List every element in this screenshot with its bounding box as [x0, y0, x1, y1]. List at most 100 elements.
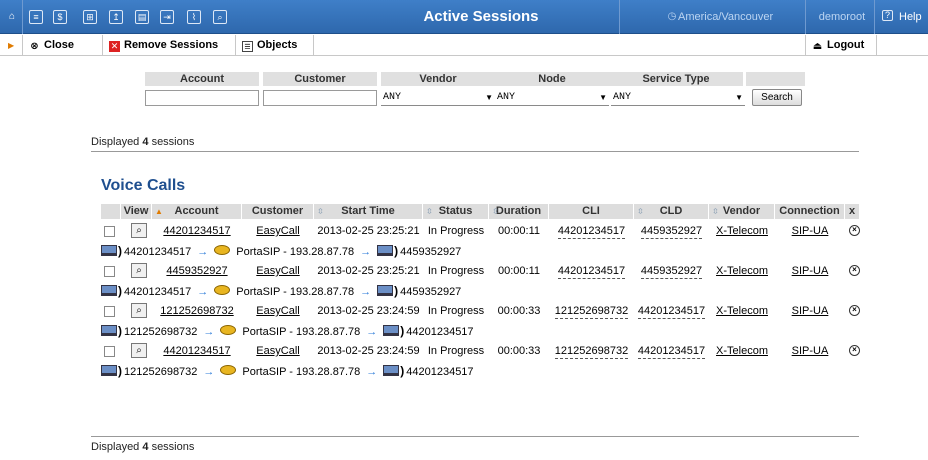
cell-account[interactable]: 4459352927: [166, 265, 227, 277]
service-type-select[interactable]: ANY ▼: [611, 90, 745, 106]
node-select[interactable]: ANY ▼: [495, 90, 609, 106]
cell-vendor[interactable]: X-Telecom: [716, 265, 768, 277]
cell-cli: 121252698732: [554, 305, 629, 319]
col-status[interactable]: ⇳ Status: [423, 204, 489, 219]
timezone-link[interactable]: America/Vancouver: [678, 0, 773, 34]
cell-status: In Progress: [427, 225, 485, 237]
objects-button[interactable]: ☰ Objects: [236, 35, 314, 56]
view-icon[interactable]: ⌕: [131, 263, 147, 278]
dollar-icon[interactable]: $: [53, 10, 67, 24]
col-cli-label: CLI: [582, 205, 600, 217]
help-icon[interactable]: ?: [882, 10, 893, 21]
col-duration[interactable]: ⇳ Duration: [489, 204, 549, 219]
home-icon[interactable]: ⌂: [5, 10, 19, 24]
filter-header-service: Service Type: [609, 72, 743, 86]
help-link[interactable]: Help: [899, 0, 922, 34]
home-cell[interactable]: ⌂: [0, 0, 23, 34]
objects-icon: ☰: [242, 41, 253, 52]
col-customer[interactable]: Customer: [242, 204, 314, 219]
arrow-right-icon: →: [197, 246, 209, 258]
cell-start-time: 2013-02-25 23:25:21: [317, 225, 420, 237]
col-checkbox: [101, 204, 121, 219]
cell-connection[interactable]: SIP-UA: [792, 225, 829, 237]
col-customer-label: Customer: [251, 205, 304, 217]
terminate-icon[interactable]: ×: [849, 225, 860, 236]
col-x: x: [845, 204, 860, 219]
cell-duration: 00:00:11: [497, 265, 540, 277]
router-icon: [220, 365, 237, 375]
summary-count: 4: [142, 441, 149, 453]
phone-icon: ): [118, 284, 122, 298]
col-start-time[interactable]: ⇳ Start Time: [314, 204, 423, 219]
row-checkbox[interactable]: [104, 346, 115, 357]
router-icon: [220, 325, 237, 335]
list-icon[interactable]: ≡: [29, 10, 43, 24]
col-cli[interactable]: CLI: [549, 204, 634, 219]
logout-button[interactable]: ⏏ Logout: [805, 35, 877, 56]
path-via: PortaSIP - 193.28.87.78: [236, 246, 355, 258]
chevron-down-icon: ▼: [485, 93, 493, 102]
cell-customer[interactable]: EasyCall: [256, 345, 299, 357]
terminate-icon[interactable]: ×: [849, 265, 860, 276]
view-icon[interactable]: ⌕: [131, 223, 147, 238]
customer-input[interactable]: [263, 90, 377, 106]
table-header: View ▲ Account Customer ⇳ Start Time ⇳ Stat…: [101, 204, 860, 219]
search-button[interactable]: Search: [752, 89, 802, 106]
cell-account[interactable]: 44201234517: [163, 345, 230, 357]
cell-vendor[interactable]: X-Telecom: [716, 305, 768, 317]
logout-label: Logout: [827, 39, 865, 51]
call-path: ) 121252698732 → PortaSIP - 193.28.87.78 →) 4…: [101, 361, 474, 381]
col-duration-label: Duration: [495, 205, 542, 217]
vendor-select-value: ANY: [383, 92, 402, 103]
col-connection[interactable]: Connection: [775, 204, 845, 219]
cell-account[interactable]: 44201234517: [163, 225, 230, 237]
remove-label: Remove Sessions: [124, 39, 219, 51]
cell-customer[interactable]: EasyCall: [256, 265, 299, 277]
cell-connection[interactable]: SIP-UA: [792, 265, 829, 277]
row-checkbox[interactable]: [104, 306, 115, 317]
close-button[interactable]: ⊗ Close: [23, 35, 103, 56]
cell-status: In Progress: [427, 305, 485, 317]
toolbar: ▶ ⊗ Close ✕ Remove Sessions ☰ Objects ⏏ Logo…: [0, 35, 928, 56]
remove-sessions-button[interactable]: ✕ Remove Sessions: [103, 35, 236, 56]
view-icon[interactable]: ⌕: [131, 343, 147, 358]
doc-icon[interactable]: ▤: [135, 10, 149, 24]
grid-icon[interactable]: ⊞: [83, 10, 97, 24]
col-account[interactable]: ▲ Account: [152, 204, 242, 219]
row-checkbox[interactable]: [104, 226, 115, 237]
cell-cld: 4459352927: [640, 265, 703, 279]
call-path: ) 44201234517 → PortaSIP - 193.28.87.78 →) 44…: [101, 241, 461, 261]
col-account-label: Account: [174, 205, 219, 217]
chart-icon[interactable]: ⌇: [187, 10, 201, 24]
view-icon[interactable]: ⌕: [131, 303, 147, 318]
col-cld[interactable]: ⇳ CLD: [634, 204, 709, 219]
menu-arrow-icon[interactable]: ▶: [0, 35, 23, 56]
export-icon[interactable]: ⇥: [160, 10, 174, 24]
cell-account[interactable]: 121252698732: [160, 305, 233, 317]
computer-icon: [101, 325, 117, 336]
cell-customer[interactable]: EasyCall: [256, 305, 299, 317]
user-name[interactable]: demoroot: [812, 0, 872, 34]
cell-vendor[interactable]: X-Telecom: [716, 345, 768, 357]
path-from: 121252698732: [124, 366, 198, 378]
cell-connection[interactable]: SIP-UA: [792, 345, 829, 357]
account-input[interactable]: [145, 90, 259, 106]
divider: [91, 436, 859, 437]
cell-connection[interactable]: SIP-UA: [792, 305, 829, 317]
col-vendor[interactable]: ⇳ Vendor: [709, 204, 775, 219]
terminate-icon[interactable]: ×: [849, 345, 860, 356]
upload-icon[interactable]: ↥: [109, 10, 123, 24]
col-status-label: Status: [438, 205, 473, 217]
path-via: PortaSIP - 193.28.87.78: [242, 366, 361, 378]
section-title-voice-calls: Voice Calls: [101, 177, 186, 194]
cell-vendor[interactable]: X-Telecom: [716, 225, 768, 237]
phone-icon: ): [400, 364, 405, 378]
row-checkbox[interactable]: [104, 266, 115, 277]
terminate-icon[interactable]: ×: [849, 305, 860, 316]
filter-header-blank: [746, 72, 805, 86]
sort-icon: ⇳: [426, 207, 433, 216]
cell-customer[interactable]: EasyCall: [256, 225, 299, 237]
vendor-select[interactable]: ANY ▼: [381, 90, 495, 106]
col-connection-label: Connection: [779, 205, 840, 217]
zoom-icon[interactable]: ⌕: [213, 10, 227, 24]
